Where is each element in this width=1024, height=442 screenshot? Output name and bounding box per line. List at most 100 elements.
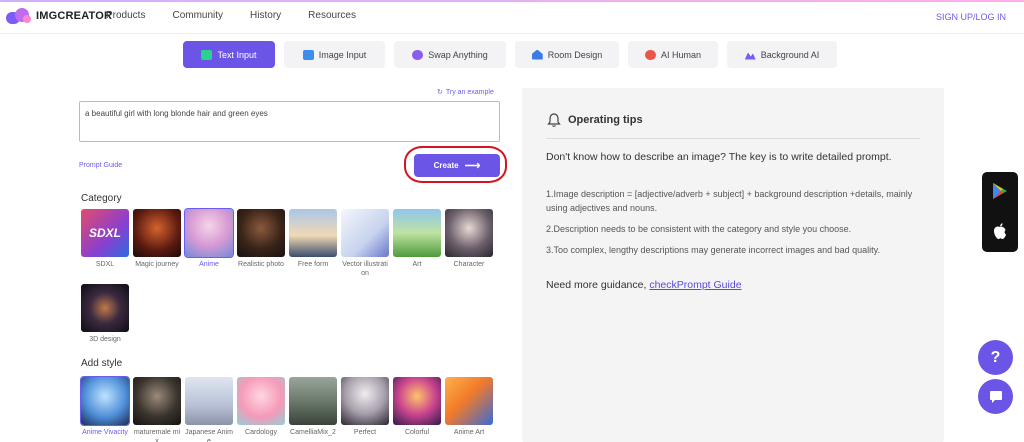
prompt-guide-link-tips[interactable]: checkPrompt Guide	[649, 279, 741, 291]
human-icon	[644, 49, 656, 60]
style-card-anime-vivacity[interactable]: Anime Vivacity	[80, 376, 130, 442]
tab-label: Room Design	[547, 49, 603, 60]
text-input-icon	[201, 49, 213, 60]
top-accent-line	[0, 0, 1024, 2]
nav-resources[interactable]: Resources	[308, 10, 356, 21]
category-thumbnail	[393, 209, 441, 257]
tip-item: 2.Description needs to be consistent wit…	[546, 224, 852, 234]
style-label: Perfect	[353, 429, 377, 436]
swap-icon	[412, 49, 424, 60]
try-example-link[interactable]: ↻ Try an example	[437, 88, 494, 97]
house-icon	[531, 49, 543, 60]
style-label: Colorful	[404, 429, 430, 436]
top-navigation: IMGCREATOR Products Community History Re…	[0, 0, 1024, 34]
style-card-cardology[interactable]: Cardology	[237, 377, 285, 442]
tip-item: 1.Image description = [adjective/adverb …	[546, 189, 913, 213]
style-label: Cardology	[245, 429, 277, 436]
category-label: Character	[453, 261, 485, 268]
style-card-camelliamix[interactable]: CamelliaMix_2	[289, 377, 337, 442]
tab-label: Swap Anything	[428, 49, 488, 60]
style-label: Anime Art	[453, 429, 485, 436]
add-style-title: Add style	[81, 358, 123, 369]
style-card-anime-art[interactable]: Anime Art	[445, 377, 493, 442]
category-thumbnail	[184, 208, 234, 258]
tips-more: Need more guidance, checkPrompt Guide	[546, 279, 742, 291]
category-thumbnail: SDXL	[81, 209, 129, 257]
category-label: Magic journey	[135, 261, 179, 268]
style-thumbnail	[341, 377, 389, 425]
chat-button[interactable]	[978, 379, 1013, 414]
category-title: Category	[81, 193, 122, 204]
style-card-japanese-anime[interactable]: Japanese Anime	[185, 377, 233, 442]
category-thumbnail	[445, 209, 493, 257]
category-label: Art	[412, 261, 422, 268]
style-thumbnail	[237, 377, 285, 425]
style-thumbnail	[80, 376, 130, 426]
create-label: Create	[433, 161, 459, 170]
category-card-vector-illustration[interactable]: Vector illustration	[341, 209, 389, 278]
style-label: Anime Vivacity	[82, 429, 128, 436]
create-button[interactable]: Create ⟶	[414, 154, 500, 177]
category-grid: SDXL SDXL Magic journey Anime Realistic …	[81, 208, 505, 344]
help-button[interactable]: ?	[978, 340, 1013, 375]
category-card-anime[interactable]: Anime	[184, 208, 234, 278]
style-thumbnail	[185, 377, 233, 425]
chat-icon	[989, 390, 1002, 403]
category-thumbnail	[237, 209, 285, 257]
prompt-guide-link[interactable]: Prompt Guide	[79, 162, 122, 169]
tab-text-input[interactable]: Text Input	[183, 41, 275, 68]
tab-background-ai[interactable]: Background AI	[727, 41, 837, 68]
category-card-free-form[interactable]: Free form	[289, 209, 337, 278]
apple-icon[interactable]	[992, 222, 1008, 240]
category-card-sdxl[interactable]: SDXL SDXL	[81, 209, 129, 278]
tab-label: Background AI	[760, 49, 820, 60]
tip-item: 3.Too complex, lengthy descriptions may …	[546, 245, 881, 255]
logo-text: IMGCREATOR	[36, 10, 113, 22]
category-label: Vector illustration	[342, 261, 388, 277]
try-example-label: Try an example	[445, 88, 494, 96]
app-download-box	[982, 172, 1018, 252]
style-thumbnail	[445, 377, 493, 425]
category-card-realistic-photo[interactable]: Realistic photo	[237, 209, 285, 278]
category-card-magic-journey[interactable]: Magic journey	[133, 209, 181, 278]
image-input-icon	[302, 49, 314, 60]
arrow-right-icon: ⟶	[464, 160, 481, 172]
tab-room-design[interactable]: Room Design	[515, 41, 619, 68]
logo[interactable]: IMGCREATOR	[6, 7, 112, 25]
refresh-icon: ↻	[437, 89, 443, 96]
logo-icon	[6, 7, 32, 25]
style-thumbnail	[393, 377, 441, 425]
signup-login-link[interactable]: SIGN UP/LOG IN	[936, 12, 1006, 22]
tips-header: Operating tips	[546, 112, 643, 128]
tab-swap-anything[interactable]: Swap Anything	[394, 41, 506, 68]
style-card-colorful[interactable]: Colorful	[393, 377, 441, 442]
nav-history[interactable]: History	[250, 10, 281, 21]
tab-ai-human[interactable]: AI Human	[628, 41, 718, 68]
tab-label: AI Human	[660, 49, 702, 60]
bell-icon	[547, 113, 561, 127]
category-label: 3D design	[89, 336, 121, 343]
style-label: maturemale mix	[133, 429, 181, 442]
operating-tips-panel: Operating tips Don't know how to describ…	[522, 88, 944, 442]
background-icon	[744, 52, 756, 60]
category-label: Free form	[297, 261, 329, 268]
category-thumbnail	[133, 209, 181, 257]
category-card-character[interactable]: Character	[445, 209, 493, 278]
category-label: SDXL	[95, 261, 115, 268]
tab-label: Text Input	[217, 49, 257, 60]
style-card-perfect[interactable]: Perfect	[341, 377, 389, 442]
category-thumbnail	[289, 209, 337, 257]
nav-community[interactable]: Community	[172, 10, 223, 21]
tips-intro: Don't know how to describe an image? The…	[546, 151, 892, 163]
tab-image-input[interactable]: Image Input	[284, 41, 385, 68]
category-label: Anime	[199, 261, 219, 268]
tips-more-text: Need more guidance,	[546, 279, 650, 291]
google-play-icon[interactable]	[992, 182, 1008, 200]
style-thumbnail	[289, 377, 337, 425]
main-nav: Products Community History Resources	[106, 10, 383, 21]
category-card-art[interactable]: Art	[393, 209, 441, 278]
prompt-input[interactable]	[79, 101, 500, 142]
style-card-maturemale-mix[interactable]: maturemale mix	[133, 377, 181, 442]
category-card-3d-design[interactable]: 3D design	[81, 284, 129, 344]
nav-products[interactable]: Products	[106, 10, 145, 21]
